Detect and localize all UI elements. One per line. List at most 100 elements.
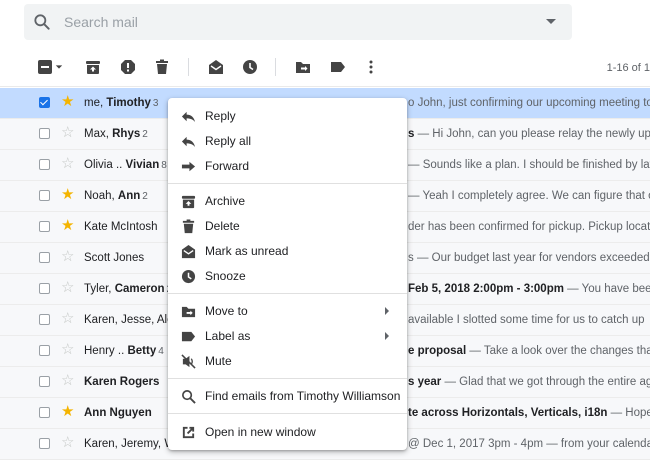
star-icon[interactable]: ☆ [61,125,74,141]
reply-icon [180,108,196,124]
email-sender: Noah, Ann 2 [84,190,174,202]
sender-names: Scott Jones [84,252,145,264]
email-preview: o John, just confirming our upcoming mee… [408,97,650,109]
email-sender: Karen, Jesse, Ale [84,314,174,326]
row-checkbox[interactable] [39,97,50,108]
row-checkbox[interactable] [39,128,50,139]
email-sender: Olivia .. Vivian 8 [84,159,174,171]
email-snippet: — You have been i [567,283,650,295]
row-checkbox[interactable] [39,159,50,170]
pagination-count: 1-16 of 1 [606,62,650,74]
star-icon[interactable]: ☆ [61,156,74,172]
email-subject: s year [408,376,442,388]
star-icon[interactable]: ☆ [61,373,74,389]
archive-icon [180,193,196,209]
email-sender: Karen, Jeremy, W [84,438,174,450]
thread-count: 4 [158,346,164,357]
snooze-icon[interactable] [241,58,259,76]
menu-item-reply[interactable]: Reply [168,103,407,128]
thread-count: 2 [142,129,148,140]
menu-item-move-to[interactable]: Move to [168,298,407,323]
email-snippet: — Take a look over the changes that I [466,345,650,357]
search-options-icon[interactable] [546,19,556,24]
archive-icon[interactable] [84,58,102,76]
menu-divider [168,183,407,184]
menu-item-open-new-window[interactable]: Open in new window [168,419,407,444]
menu-item-forward[interactable]: Forward [168,153,407,178]
sender-names: me, [84,97,107,109]
menu-divider [168,293,407,294]
search-input[interactable] [62,13,506,31]
star-icon[interactable]: ☆ [61,311,74,327]
thread-count: 3 [152,98,159,109]
sender-names: Max, [84,128,113,140]
search-icon[interactable] [32,12,52,32]
menu-item-reply-all[interactable]: Reply all [168,128,407,153]
email-preview: s year — Glad that we got through the en… [408,376,650,388]
star-icon[interactable]: ☆ [61,249,74,265]
submenu-arrow-icon [385,332,389,340]
star-icon[interactable]: ☆ [61,435,74,451]
menu-item-label-as[interactable]: Label as [168,323,407,348]
select-dropdown-icon[interactable] [54,58,64,76]
menu-item-find-emails[interactable]: Find emails from Timothy Williamson [168,383,407,408]
sender-names: Tyler, [84,283,115,295]
sender-unread-name: Ann [117,190,141,202]
menu-item-archive[interactable]: Archive [168,188,407,213]
star-icon[interactable]: ☆ [61,342,74,358]
label-icon [180,328,196,344]
menu-item-delete[interactable]: Delete [168,213,407,238]
email-sender: Max, Rhys 2 [84,128,174,140]
email-sender: Henry .. Betty 4 [84,345,174,357]
move-to-icon[interactable] [294,58,312,76]
row-checkbox[interactable] [39,407,50,418]
star-icon[interactable]: ☆ [61,280,74,296]
star-icon[interactable]: ★ [61,187,74,203]
open-in-new-icon [180,424,196,440]
row-checkbox[interactable] [39,438,50,449]
row-checkbox[interactable] [39,345,50,356]
email-preview: — Yeah I completely agree. We can figure… [408,190,650,202]
sender-names: Olivia .. [84,159,126,171]
menu-item-mark-unread[interactable]: Mark as unread [168,238,407,263]
email-snippet: available I slotted some time for us to … [408,314,645,326]
menu-item-snooze[interactable]: Snooze [168,263,407,288]
star-icon[interactable]: ★ [61,94,74,110]
row-checkbox[interactable] [39,314,50,325]
email-subject: te across Horizontals, Verticals, i18n [408,407,608,419]
row-checkbox[interactable] [39,283,50,294]
thread-count: 8 [161,160,167,171]
snooze-icon [180,268,196,284]
email-snippet: o John, just confirming our upcoming mee… [408,97,650,109]
row-checkbox[interactable] [39,376,50,387]
more-options-icon[interactable] [362,58,380,76]
row-checkbox[interactable] [39,221,50,232]
row-checkbox[interactable] [39,190,50,201]
delete-icon[interactable] [153,58,171,76]
email-subject: Feb 5, 2018 2:00pm - 3:00pm [408,283,564,295]
report-spam-icon[interactable] [119,58,137,76]
mark-as-read-icon[interactable] [207,58,225,76]
sender-unread-name: Timothy [106,97,151,109]
star-icon[interactable]: ★ [61,218,74,234]
email-sender: Karen Rogers [84,376,174,388]
menu-item-mute[interactable]: Mute [168,348,407,373]
toolbar-divider [275,58,276,76]
email-sender: Scott Jones [84,252,174,264]
sender-names: Karen, Jeremy, W [84,438,174,450]
email-preview: Feb 5, 2018 2:00pm - 3:00pm — You have b… [408,283,650,295]
star-icon[interactable]: ★ [61,404,74,420]
email-preview: — Sounds like a plan. I should be finish… [408,159,650,171]
row-checkbox[interactable] [39,252,50,263]
labels-icon[interactable] [329,58,347,76]
email-snippet: — Sounds like a plan. I should be finish… [408,159,650,171]
context-menu: Reply Reply all Forward Archive Delete M… [168,98,407,450]
email-preview: e proposal — Take a look over the change… [408,345,650,357]
reply-all-icon [180,133,196,149]
email-snippet: — Hope eve [610,407,650,419]
sender-names: Karen, Jesse, Ale [84,314,174,326]
menu-divider [168,413,407,414]
email-snippet: — Hi John, can you please relay the newl… [414,128,650,140]
email-preview: available I slotted some time for us to … [408,314,645,326]
select-all-checkbox[interactable] [36,58,54,76]
